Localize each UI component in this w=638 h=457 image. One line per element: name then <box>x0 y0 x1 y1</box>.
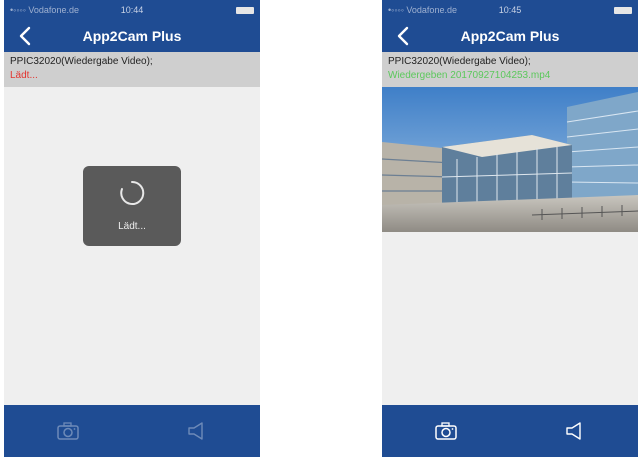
battery-icon <box>614 6 632 14</box>
info-panel: PPIC32020(Wiedergabe Video); Lädt... <box>4 52 260 87</box>
carrier-label: •◦◦◦◦ Vodafone.de <box>388 5 457 15</box>
bottom-toolbar <box>4 405 260 457</box>
device-label: PPIC32020(Wiedergabe Video); <box>388 56 531 67</box>
bottom-toolbar <box>382 405 638 457</box>
back-button[interactable] <box>394 25 414 47</box>
loading-indicator: Lädt... <box>83 166 181 246</box>
phone-screen-playing: •◦◦◦◦ Vodafone.de 10:45 App2Cam Plus PPI… <box>382 0 638 457</box>
nav-bar: App2Cam Plus <box>4 20 260 52</box>
loading-label: Lädt... <box>118 221 146 232</box>
video-frame[interactable] <box>382 87 638 232</box>
snapshot-button[interactable] <box>431 416 461 446</box>
speaker-icon <box>566 422 581 440</box>
status-label: Wiedergeben 20170927104253.mp4 <box>388 70 551 81</box>
clock: 10:45 <box>498 5 522 15</box>
playback-area <box>382 87 638 405</box>
back-button[interactable] <box>16 25 36 47</box>
camera-icon <box>57 422 79 440</box>
audio-button[interactable] <box>181 416 211 446</box>
status-bar: •◦◦◦◦ Vodafone.de 10:45 <box>382 0 638 20</box>
speaker-icon <box>188 422 203 440</box>
info-panel: PPIC32020(Wiedergabe Video); Wiedergeben… <box>382 52 638 87</box>
snapshot-button[interactable] <box>53 416 83 446</box>
camera-icon <box>435 422 457 440</box>
app-title: App2Cam Plus <box>82 28 182 44</box>
battery-icon <box>236 6 254 14</box>
carrier-label: •◦◦◦◦ Vodafone.de <box>10 5 79 15</box>
playback-area: Lädt... <box>4 87 260 405</box>
app-title: App2Cam Plus <box>460 28 560 44</box>
status-label: Lädt... <box>10 70 38 81</box>
spinner-icon <box>120 180 145 205</box>
clock: 10:44 <box>120 5 144 15</box>
audio-button[interactable] <box>559 416 589 446</box>
status-bar: •◦◦◦◦ Vodafone.de 10:44 <box>4 0 260 20</box>
nav-bar: App2Cam Plus <box>382 20 638 52</box>
phone-screen-loading: •◦◦◦◦ Vodafone.de 10:44 App2Cam Plus PPI… <box>4 0 260 457</box>
device-label: PPIC32020(Wiedergabe Video); <box>10 56 153 67</box>
